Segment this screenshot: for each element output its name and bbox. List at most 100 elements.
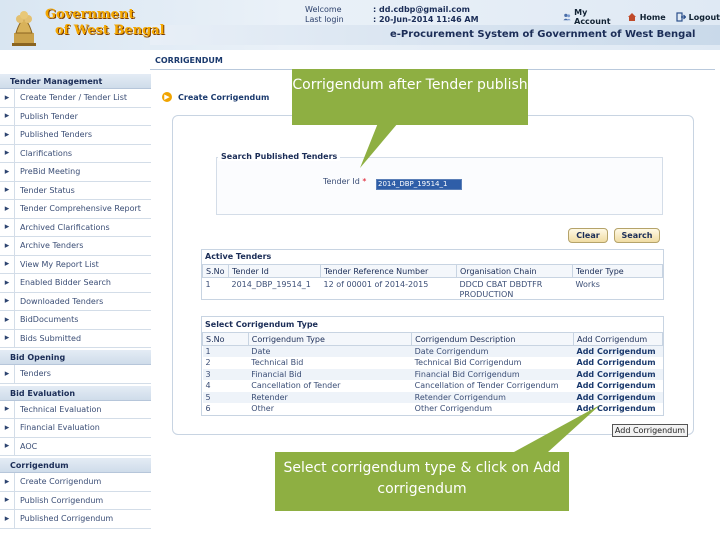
my-account-label: My Account	[574, 8, 611, 26]
add-corrigendum-link[interactable]: Add Corrigendum	[573, 391, 663, 403]
sidebar-item[interactable]: ▸ View My Report List	[0, 255, 151, 274]
add-corrigendum-link[interactable]: Add Corrigendum	[573, 368, 663, 380]
corrigendum-type-box: Select Corrigendum Type S.No Corrigendum …	[201, 316, 664, 416]
table-row: 3 Financial Bid Financial Bid Corrigendum A…	[202, 368, 663, 380]
table-cell: 3	[202, 368, 249, 380]
tender-id-label: Tender Id *	[323, 177, 366, 186]
my-account-link[interactable]: My Account	[563, 8, 617, 26]
table-cell: Works	[575, 280, 600, 289]
sidebar-item[interactable]: ▸ Bids Submitted	[0, 329, 151, 348]
sidebar-item-label: AOC	[14, 437, 151, 455]
sidebar-item[interactable]: ▸ Archived Clarifications	[0, 218, 151, 237]
sidebar-item[interactable]: ▸ Tender Status	[0, 181, 151, 200]
chevron-right-icon: ▸	[4, 422, 10, 433]
chevron-right-icon: ▸	[4, 404, 10, 415]
chevron-right-icon: ▸	[4, 314, 10, 325]
table-cell: Cancellation of Tender Corrigendum	[414, 381, 559, 391]
create-corrigendum-link[interactable]: ▶ Create Corrigendum	[162, 92, 269, 102]
sidebar-item[interactable]: ▸ PreBid Meeting	[0, 163, 151, 182]
sidebar-item[interactable]: ▸ Create Corrigendum	[0, 473, 151, 492]
table-cell: 2	[205, 358, 211, 368]
sidebar: Tender Management ▸ Create Tender / Tender…	[0, 72, 151, 540]
chevron-right-icon: ▸	[4, 368, 10, 379]
top-links: My Account Home Logout	[563, 8, 720, 26]
home-link[interactable]: Home	[627, 8, 666, 26]
table-cell: Cancellation of Tender	[251, 381, 341, 391]
sidebar-item[interactable]: ▸ Publish Corrigendum	[0, 491, 151, 510]
welcome-label: Welcome	[305, 5, 342, 14]
add-corrigendum-link[interactable]: Add Corrigendum	[574, 380, 663, 392]
chevron-right-icon: ▸	[4, 476, 10, 487]
table-cell: Date Corrigendum	[411, 345, 574, 357]
column-header: Organisation Chain	[456, 264, 573, 278]
sidebar-item[interactable]: ▸ Downloaded Tenders	[0, 292, 151, 311]
page-title-bar: CORRIGENDUM	[150, 53, 720, 69]
table-cell: 5	[202, 391, 249, 403]
sidebar-item[interactable]: ▸ Published Tenders	[0, 126, 151, 145]
add-corrigendum-link[interactable]: Add Corrigendum	[574, 403, 663, 415]
sidebar-item-label: Published Corrigendum	[14, 510, 151, 528]
sidebar-item[interactable]: ▸ Create Tender / Tender List	[0, 89, 151, 108]
table-cell: Date	[248, 345, 412, 357]
chevron-right-icon: ▸	[4, 259, 10, 270]
table-header-row: S.No Corrigendum Type Corrigendum Descript…	[202, 332, 663, 346]
chevron-right-icon: ▸	[4, 203, 10, 214]
user-group-icon	[563, 13, 571, 21]
chevron-right-icon: ▸	[4, 148, 10, 159]
add-corrigendum-button[interactable]: Add Corrigendum	[612, 424, 688, 437]
table-cell: Technical Bid	[251, 358, 304, 368]
sidebar-item-label: Financial Evaluation	[14, 419, 151, 437]
logo-line2: of West Bengal	[55, 23, 165, 38]
logo-line1: Government	[45, 7, 135, 22]
sidebar-item[interactable]: ▸ Publish Tender	[0, 107, 151, 126]
sidebar-item-label: Bids Submitted	[14, 329, 151, 347]
chevron-right-icon: ▸	[4, 111, 10, 122]
sidebar-item-label: Archived Clarifications	[14, 218, 151, 236]
column-header: S.No	[202, 264, 229, 278]
chevron-right-icon: ▸	[4, 129, 10, 140]
table-row: 5 Retender Retender Corrigendum Add Corrige…	[202, 391, 663, 403]
sidebar-item-label: Create Tender / Tender List	[14, 89, 151, 107]
add-corrigendum-link[interactable]: Add Corrigendum	[574, 357, 663, 369]
add-corrigendum-link[interactable]: Add Corrigendum	[573, 345, 663, 357]
sidebar-item-label: Publish Corrigendum	[14, 491, 151, 509]
search-button[interactable]: Search	[614, 228, 660, 243]
sidebar-item[interactable]: ▸ BidDocuments	[0, 311, 151, 330]
table-cell: Retender	[248, 391, 412, 403]
top-callout: Corrigendum after Tender publish	[292, 69, 528, 125]
table-row: 4 Cancellation of Tender Cancellation of T…	[203, 380, 663, 392]
table-cell: Financial Bid Corrigendum	[411, 368, 574, 380]
sidebar-item[interactable]: ▸ Technical Evaluation	[0, 400, 151, 419]
chevron-right-icon: ▸	[4, 166, 10, 177]
sidebar-item[interactable]: ▸ Enabled Bidder Search	[0, 274, 151, 293]
table-cell: Technical Bid Corrigendum	[414, 358, 522, 368]
logo-text[interactable]: Government of West Bengal	[45, 7, 165, 39]
sidebar-item[interactable]: ▸ AOC	[0, 437, 151, 456]
header: Government of West Bengal Welcome : dd.c…	[0, 0, 720, 50]
sidebar-item-label: Downloaded Tenders	[14, 292, 151, 310]
sidebar-item-label: Enabled Bidder Search	[14, 274, 151, 292]
tender-id-label-text: Tender Id	[323, 177, 360, 186]
arrow-bullet-icon: ▶	[162, 92, 172, 102]
sidebar-item-label: Tender Status	[14, 181, 151, 199]
logout-link[interactable]: Logout	[676, 8, 720, 26]
corrigendum-type-table: S.No Corrigendum Type Corrigendum Descript…	[202, 332, 663, 415]
sidebar-item[interactable]: ▸ Tender Comprehensive Report	[0, 200, 151, 219]
system-title: e-Procurement System of Government of We…	[390, 29, 696, 40]
column-header: Corrigendum Description	[411, 332, 575, 346]
tender-id-input[interactable]: 2014_DBP_19514_1	[376, 179, 462, 190]
sidebar-item-label: Create Corrigendum	[14, 473, 151, 491]
chevron-right-icon: ▸	[4, 240, 10, 251]
sidebar-item[interactable]: ▸ Published Corrigendum	[0, 510, 151, 529]
sidebar-item[interactable]: ▸ Archive Tenders	[0, 237, 151, 256]
page-root: Government of West Bengal Welcome : dd.c…	[0, 0, 720, 540]
sidebar-item[interactable]: ▸ Tenders	[0, 365, 151, 384]
sidebar-item-label: Clarifications	[14, 144, 151, 162]
last-login-label: Last login	[305, 15, 344, 24]
chevron-right-icon: ▸	[4, 222, 10, 233]
sidebar-item[interactable]: ▸ Clarifications	[0, 144, 151, 163]
clear-button[interactable]: Clear	[568, 228, 608, 243]
sidebar-item[interactable]: ▸ Financial Evaluation	[0, 419, 151, 438]
active-tenders-table: S.No Tender Id Tender Reference Number Orga…	[202, 264, 663, 301]
chevron-right-icon: ▸	[4, 333, 10, 344]
